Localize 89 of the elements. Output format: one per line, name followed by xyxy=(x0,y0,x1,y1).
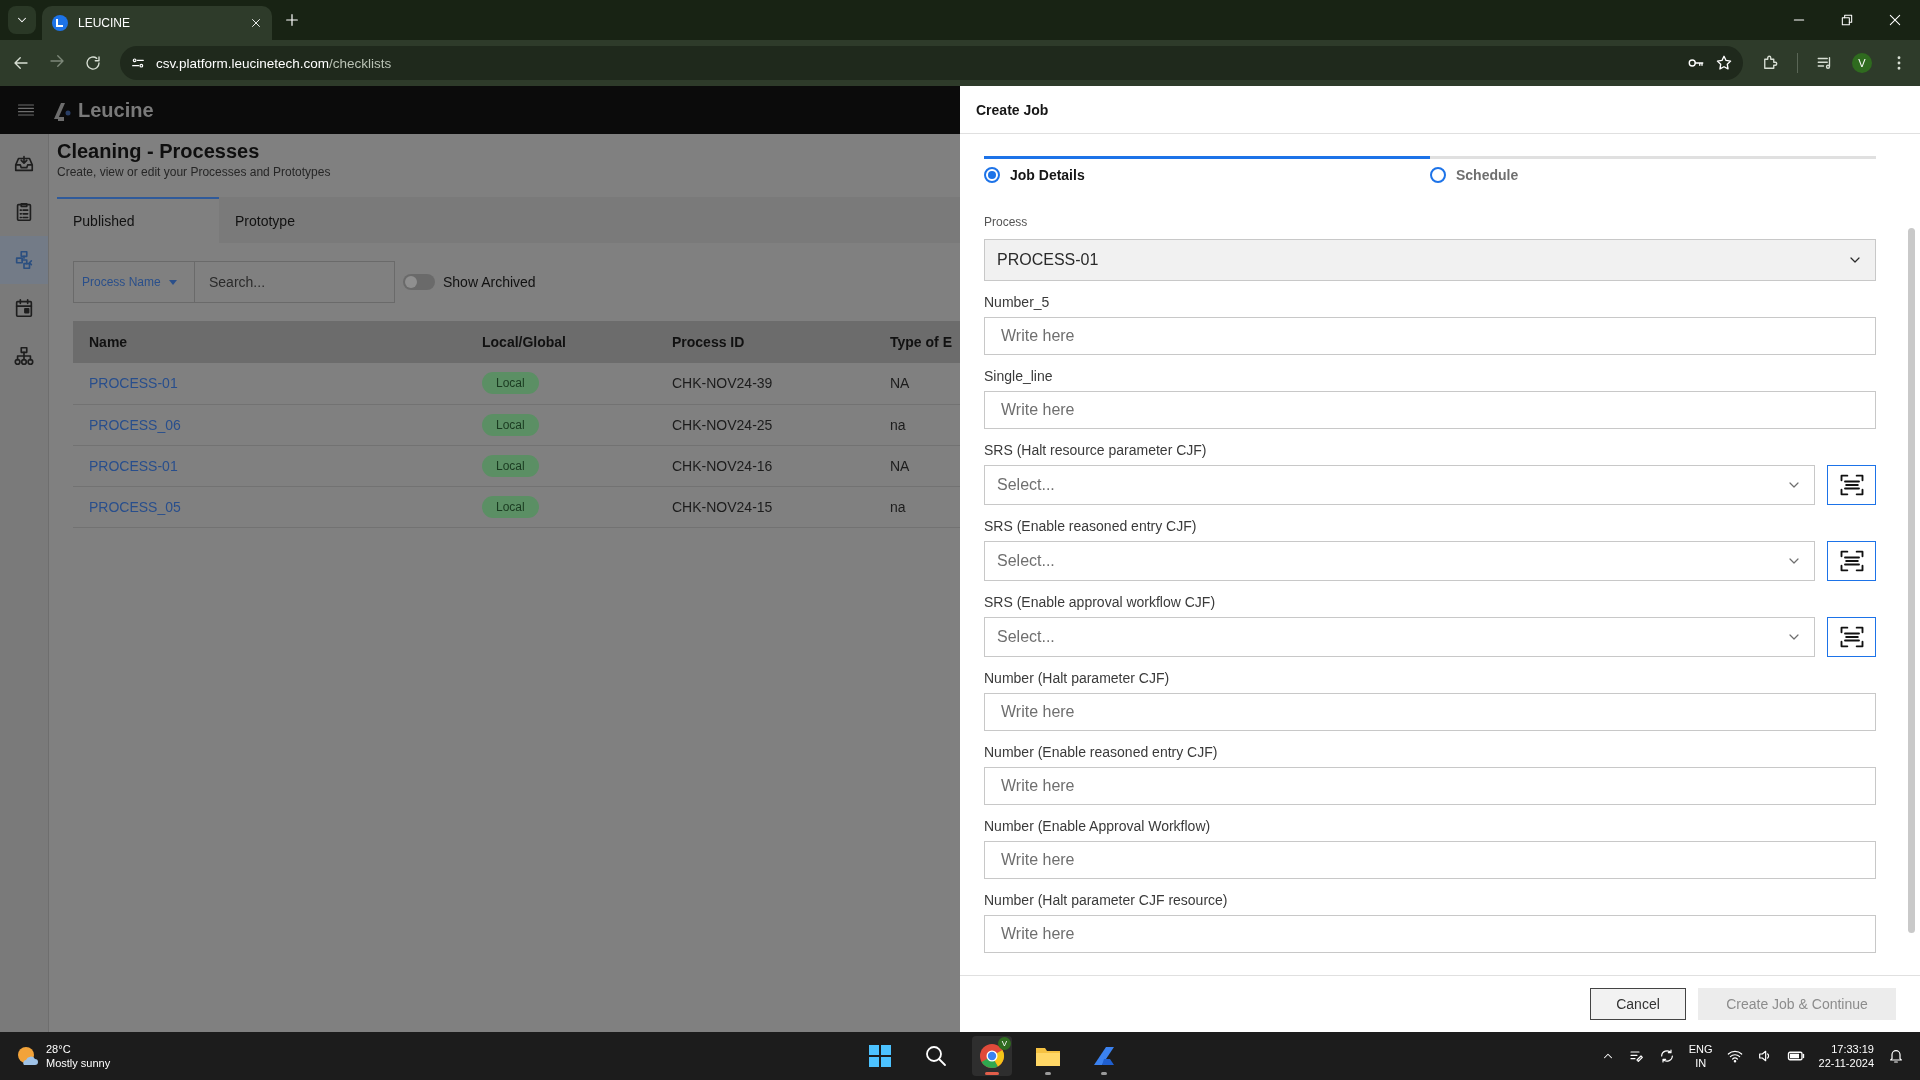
scan-button[interactable] xyxy=(1827,465,1876,505)
browser-tab[interactable]: LEUCINE xyxy=(42,6,272,40)
back-arrow-icon[interactable] xyxy=(12,54,30,72)
windows-logo-icon[interactable] xyxy=(869,1045,891,1067)
page-subtitle: Create, view or edit your Processes and Prototypes xyxy=(57,165,332,179)
address-bar[interactable]: csv.platform.leucinetech.com/checklists xyxy=(120,46,1743,80)
tab[interactable]: Published xyxy=(57,197,219,243)
step-tab[interactable]: Job Details xyxy=(984,156,1430,184)
calendar-icon[interactable] xyxy=(13,297,35,319)
notification-icon[interactable] xyxy=(1888,1048,1904,1064)
field-label: SRS (Halt resource parameter CJF) xyxy=(984,442,1208,459)
column-header: Local/Global xyxy=(466,321,656,363)
region-text[interactable]: IN xyxy=(1695,1056,1707,1070)
step-tab[interactable]: Schedule xyxy=(1430,156,1876,184)
field-label: Number (Halt parameter CJF) xyxy=(984,670,1171,687)
puzzle-icon[interactable] xyxy=(1761,54,1779,72)
clock-date[interactable]: 22-11-2024 xyxy=(1818,1056,1874,1070)
table-cell: NA xyxy=(890,457,910,474)
input-field[interactable]: Write here xyxy=(984,317,1876,355)
table-cell: na xyxy=(890,416,906,433)
table-cell: CHK-NOV24-25 xyxy=(672,416,773,433)
weather-text: Mostly sunny xyxy=(46,1056,111,1070)
field-label: Number (Enable Approval Workflow) xyxy=(984,818,1212,835)
toggle-switch[interactable] xyxy=(403,274,435,290)
panel-title: Create Job xyxy=(976,101,1049,118)
input-field[interactable]: Write here xyxy=(984,915,1876,953)
scope-badge: Local xyxy=(482,454,539,477)
dropdown-field[interactable]: Select... xyxy=(984,465,1815,505)
language-text[interactable]: ENG xyxy=(1688,1042,1713,1056)
app-icon[interactable] xyxy=(1092,1045,1116,1067)
field-label: Number (Enable reasoned entry CJF) xyxy=(984,744,1219,761)
brand-name: Leucine xyxy=(78,98,154,122)
scope-badge: Local xyxy=(482,413,539,436)
column-header: Name xyxy=(73,321,466,363)
table-cell: CHK-NOV24-16 xyxy=(672,457,773,474)
caret-icon xyxy=(168,279,177,285)
scan-button[interactable] xyxy=(1827,617,1876,657)
star-icon[interactable] xyxy=(1715,54,1733,72)
table-cell: na xyxy=(890,498,906,515)
input-field[interactable]: Write here xyxy=(984,841,1876,879)
url-text: csv.platform.leucinetech.com/checklists xyxy=(156,55,392,71)
wifi-icon[interactable] xyxy=(1726,1048,1743,1064)
dropdown-field[interactable]: Select... xyxy=(984,541,1815,581)
field-label: Number (Halt parameter CJF resource) xyxy=(984,892,1229,909)
table-cell: NA xyxy=(890,375,910,392)
forward-arrow-icon[interactable] xyxy=(48,52,66,70)
weather-icon[interactable] xyxy=(16,1045,38,1067)
table-cell: CHK-NOV24-39 xyxy=(672,375,773,392)
input-field[interactable]: Write here xyxy=(984,391,1876,429)
restore-icon[interactable] xyxy=(1840,13,1854,27)
reload-icon[interactable] xyxy=(84,54,102,72)
dropdown-placeholder: Select... xyxy=(997,476,1056,494)
site-settings-icon xyxy=(130,55,146,71)
dropdown-value: PROCESS-01 xyxy=(997,251,1100,269)
input-field[interactable]: Write here xyxy=(984,693,1876,731)
scope-badge: Local xyxy=(482,372,539,395)
close-icon[interactable] xyxy=(1888,13,1902,27)
column-header: Process ID xyxy=(656,321,880,363)
temperature-text: 28°C xyxy=(46,1042,72,1056)
scan-button[interactable] xyxy=(1827,541,1876,581)
input-field[interactable]: Write here xyxy=(984,767,1876,805)
field-label: SRS (Enable approval workflow CJF) xyxy=(984,594,1217,611)
close-icon[interactable] xyxy=(250,17,262,29)
field-label: Number_5 xyxy=(984,294,1051,311)
profile-avatar[interactable]: V xyxy=(1852,53,1872,73)
table-cell: CHK-NOV24-15 xyxy=(672,498,773,515)
sync-icon[interactable] xyxy=(1658,1048,1675,1064)
dropdown-placeholder: Select... xyxy=(997,628,1056,646)
pen-menu-icon[interactable] xyxy=(1628,1048,1645,1064)
scope-badge: Local xyxy=(482,495,539,518)
browser-icon[interactable] xyxy=(979,1043,1005,1069)
toggle-label: Show Archived xyxy=(443,274,536,290)
field-label: SRS (Enable reasoned entry CJF) xyxy=(984,518,1198,535)
search-icon[interactable] xyxy=(924,1044,948,1068)
hierarchy-icon[interactable] xyxy=(13,345,35,367)
field-label: Single_line xyxy=(984,368,1054,385)
search-field[interactable]: Search... xyxy=(195,261,395,303)
profile-badge: V xyxy=(998,1037,1011,1050)
scrollbar[interactable] xyxy=(1908,228,1915,933)
cancel-button[interactable]: Cancel xyxy=(1590,988,1686,1020)
plus-icon[interactable] xyxy=(284,12,300,28)
dropdown-placeholder: Select... xyxy=(997,552,1056,570)
page-title: Cleaning - Processes xyxy=(57,140,261,163)
field-label: Process xyxy=(984,214,1029,231)
clock-time[interactable]: 17:33:19 xyxy=(1831,1042,1874,1056)
site-logo-icon xyxy=(52,15,68,31)
folder-icon[interactable] xyxy=(1035,1045,1061,1067)
dropdown-field[interactable]: Select... xyxy=(984,617,1815,657)
column-header: Type of E xyxy=(880,321,961,363)
